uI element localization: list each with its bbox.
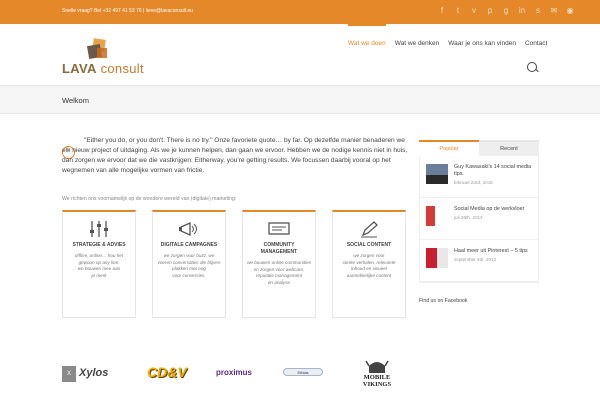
service-card-community[interactable]: COMMUNITY MANAGEMENT we bouwen online co… (242, 210, 316, 318)
community-icon (268, 222, 290, 235)
xylos-text: Xylos (79, 367, 109, 379)
post-title[interactable]: Guy Kawasaki's 14 social media tips. (454, 164, 532, 178)
viking-icon (365, 360, 389, 373)
logo-cdv[interactable]: CD&V (147, 364, 187, 380)
nav-wat-we-denken[interactable]: Wat we denken (395, 40, 440, 52)
post-date: februari 23rd, 2015 (454, 180, 493, 185)
site-header: LAVA consult Wat we doen Wat we denken W… (0, 24, 600, 86)
service-title: SOCIAL CONTENT (346, 242, 392, 248)
service-desc: offline, online… hou het gewoon op any l… (74, 253, 124, 278)
pencil-icon (361, 221, 378, 238)
sidebar-tabs: Popular Recent (419, 140, 539, 156)
main-nav: Wat we doen Wat we denken Waar je ons ka… (348, 24, 556, 52)
list-item[interactable]: Social Media op de werkvloer juli 26th, … (420, 198, 538, 240)
nav-contact[interactable]: Contact (525, 40, 547, 52)
logo-ethias[interactable]: Ethias (283, 368, 323, 376)
logo-mark[interactable] (86, 38, 108, 61)
xylos-mark: X (62, 366, 76, 382)
service-title: STRATEGIE & ADVIES (72, 242, 126, 248)
post-title[interactable]: Social Media op de werkvloer (454, 206, 524, 213)
post-thumbnail[interactable] (426, 164, 448, 184)
tab-recent[interactable]: Recent (479, 140, 539, 156)
post-thumbnail[interactable] (426, 248, 448, 268)
post-date: september 4th, 2012 (454, 257, 497, 262)
partner-logos: X Xylos CD&V proximus Ethias MOBILE VIKI… (0, 360, 600, 400)
post-title[interactable]: Haal meer uit Pinterest – 5 tips (454, 248, 528, 255)
service-card-campagnes[interactable]: DIGITALE CAMPAGNES we zorgen voor buzz. … (152, 210, 226, 318)
service-card-strategie[interactable]: STRATEGIE & ADVIES offline, online… hou … (62, 210, 136, 318)
tab-popular[interactable]: Popular (419, 140, 479, 156)
post-thumbnail[interactable] (426, 206, 448, 226)
pinterest-icon[interactable]: p (482, 4, 498, 18)
logo-word: consult (100, 61, 144, 76)
logo-text[interactable]: LAVA consult (62, 61, 144, 76)
service-title: COMMUNITY MANAGEMENT (260, 242, 298, 255)
nav-waar-je-ons-kan-vinden[interactable]: Waar je ons kan vinden (448, 40, 516, 52)
page-title-bar: Welkom (0, 86, 600, 114)
post-date: juli 26th, 2012 (454, 215, 483, 220)
service-title: DIGITALE CAMPAGNES (160, 242, 218, 248)
nav-wat-we-doen[interactable]: Wat we doen (348, 24, 386, 52)
service-card-content[interactable]: SOCIAL CONTENT we zorgen voor sterke ver… (332, 210, 406, 318)
sidebar-post-list: Guy Kawasaki's 14 social media tips. feb… (419, 156, 539, 283)
service-desc: we zorgen voor buzz. we voeren conversat… (157, 253, 221, 278)
intro-text: We richten ons voornamelijk op de wonder… (62, 196, 237, 202)
vimeo-icon[interactable]: v (466, 4, 482, 18)
list-item[interactable]: Haal meer uit Pinterest – 5 tips septemb… (420, 240, 538, 282)
tripadvisor-icon[interactable]: ◉ (562, 4, 578, 18)
logo-mobile-vikings[interactable]: MOBILE VIKINGS (355, 360, 399, 396)
social-icons: f t v p g in s ✉ ◉ (434, 4, 578, 18)
service-desc: we zorgen voor sterke verhalen, relevant… (342, 253, 396, 278)
services-row: STRATEGIE & ADVIES offline, online… hou … (62, 210, 408, 320)
top-bar: Snelle vraag? Bel +32 497 41 53 76 | lie… (0, 0, 600, 24)
mobile-vikings-text: MOBILE VIKINGS (362, 374, 392, 388)
logo-proximus[interactable]: proximus (216, 368, 252, 377)
service-desc: we bouwen online communities en zorgen v… (247, 260, 311, 285)
skype-icon[interactable]: s (530, 4, 546, 18)
megaphone-icon (179, 221, 197, 237)
facebook-heading: Find us on Facebook (419, 298, 468, 304)
logo-xylos[interactable]: X Xylos (62, 366, 114, 382)
email-icon[interactable]: ✉ (546, 4, 562, 18)
facebook-icon[interactable]: f (434, 4, 450, 18)
sliders-icon (90, 221, 108, 237)
search-icon[interactable] (527, 62, 537, 72)
list-item[interactable]: Guy Kawasaki's 14 social media tips. feb… (420, 156, 538, 198)
google-plus-icon[interactable]: g (498, 4, 514, 18)
twitter-icon[interactable]: t (450, 4, 466, 18)
logo-bold: LAVA (62, 61, 97, 76)
topbar-contact: Snelle vraag? Bel +32 497 41 53 76 | lie… (62, 8, 194, 14)
linkedin-icon[interactable]: in (514, 4, 530, 18)
page-title: Welkom (62, 96, 89, 105)
quote-text: "Either you do, or you don't. There is n… (62, 137, 408, 174)
